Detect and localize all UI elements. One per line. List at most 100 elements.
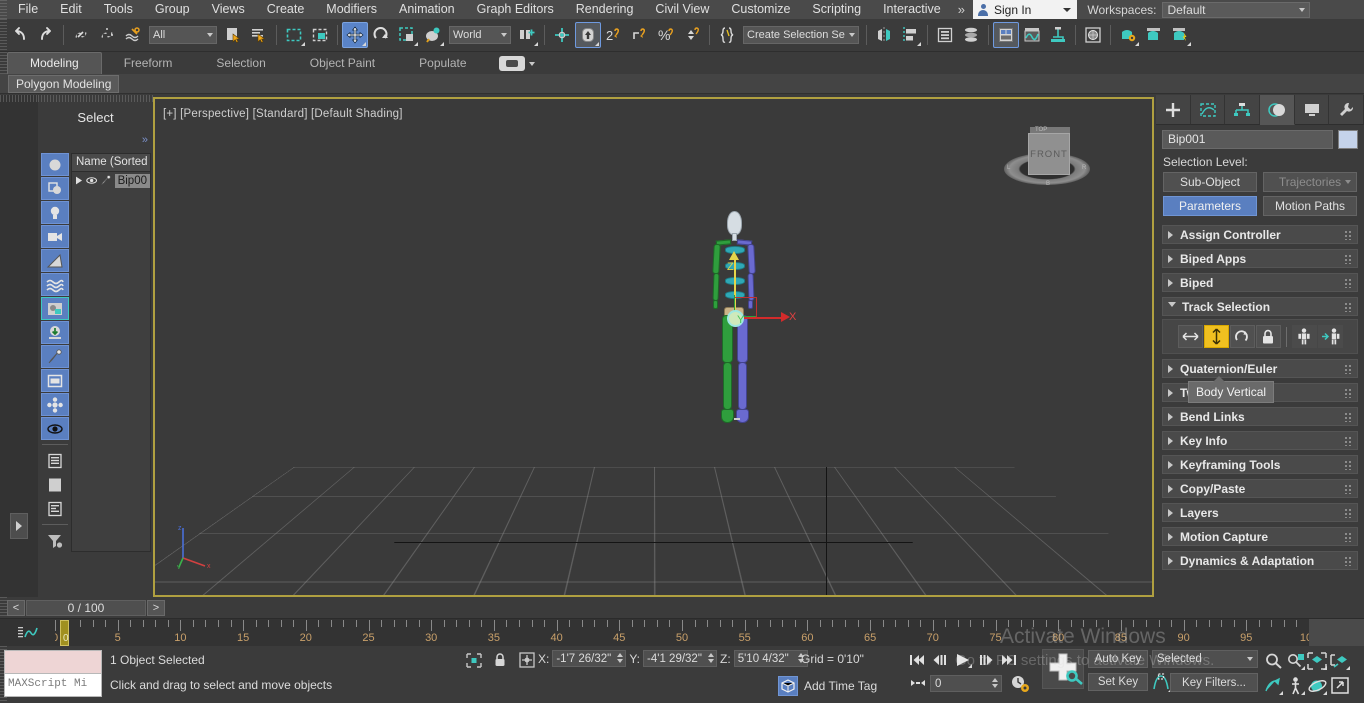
rollout-quaternion-euler[interactable]: Quaternion/Euler — [1162, 359, 1358, 378]
set-key-button[interactable]: Set Key — [1088, 673, 1148, 691]
pan-view-button[interactable] — [1262, 675, 1284, 696]
rollout-drag-handle-icon[interactable] — [1344, 460, 1352, 470]
list-layout-button[interactable] — [41, 449, 69, 472]
render-production-button[interactable] — [1167, 22, 1193, 48]
use-center-flyout-button[interactable] — [514, 22, 540, 48]
filter-particles-button[interactable] — [41, 393, 69, 416]
menu-animation[interactable]: Animation — [388, 0, 466, 19]
percent-snap-toggle-button[interactable] — [627, 22, 653, 48]
menu-customize[interactable]: Customize — [720, 0, 801, 19]
scene-explorer-button[interactable] — [958, 22, 984, 48]
y-spinner[interactable] — [707, 653, 714, 666]
filter-cameras-button[interactable] — [41, 225, 69, 248]
opposite-tracks-button[interactable] — [1317, 325, 1343, 348]
selection-filter-select[interactable]: All — [149, 26, 217, 44]
select-and-scale-button[interactable] — [394, 22, 420, 48]
rollout-assign-controller[interactable]: Assign Controller — [1162, 225, 1358, 244]
reference-coordinate-system-select[interactable]: World — [449, 26, 511, 44]
menu-civil-view[interactable]: Civil View — [644, 0, 720, 19]
select-and-manipulate-button[interactable] — [549, 22, 575, 48]
walk-through-button[interactable] — [1284, 675, 1306, 696]
filter-geometry-button[interactable] — [41, 153, 69, 176]
ribbon-grip[interactable] — [0, 52, 7, 74]
z-coordinate-field[interactable]: 5'10 4/32" — [733, 650, 808, 667]
maxscript-input-pane[interactable]: MAXScript Mi — [5, 674, 101, 694]
rectangular-selection-region-button[interactable] — [281, 22, 307, 48]
select-and-move-button[interactable] — [342, 22, 368, 48]
select-and-rotate-button[interactable] — [368, 22, 394, 48]
menu-tools[interactable]: Tools — [93, 0, 144, 19]
unlink-selection-button[interactable] — [94, 22, 120, 48]
filter-helpers-button[interactable] — [41, 249, 69, 272]
filter-groups-button[interactable] — [41, 297, 69, 320]
sign-in-button[interactable]: Sign In — [972, 0, 1078, 19]
polygon-modeling-button[interactable]: Polygon Modeling — [8, 74, 120, 93]
menu-overflow-button[interactable]: » — [952, 2, 971, 17]
absolute-relative-transform-toggle-icon[interactable] — [519, 652, 535, 668]
zoom-extents-button[interactable] — [1306, 650, 1328, 671]
key-tangent-icon[interactable] — [1152, 673, 1172, 692]
rollout-drag-handle-icon[interactable] — [1344, 508, 1352, 518]
spinner-snap-arrows-button[interactable] — [679, 22, 705, 48]
rollout-track-selection[interactable]: Track Selection — [1162, 297, 1358, 316]
rollout-drag-handle-icon[interactable] — [1344, 556, 1352, 566]
x-spinner[interactable] — [616, 653, 623, 666]
frame-bar-grip[interactable] — [0, 597, 7, 618]
detail-layout-button[interactable] — [41, 497, 69, 520]
rollout-drag-handle-icon[interactable] — [1344, 278, 1352, 288]
create-tab[interactable] — [1156, 95, 1191, 125]
toolbar-grip[interactable] — [0, 18, 7, 52]
scene-explorer-expand-chevron[interactable]: » — [142, 134, 148, 146]
redo-button[interactable] — [33, 22, 59, 48]
isolate-selection-icon[interactable] — [466, 652, 482, 668]
auto-key-button[interactable]: Auto Key — [1088, 650, 1148, 668]
render-setup-button[interactable] — [1115, 22, 1141, 48]
viewcube[interactable]: FRONT TOP L R B — [1004, 127, 1090, 189]
display-hidden-button[interactable] — [41, 417, 69, 440]
body-rotation-button[interactable] — [1229, 325, 1255, 348]
menu-graph-editors[interactable]: Graph Editors — [466, 0, 565, 19]
rollout-biped[interactable]: Biped — [1162, 273, 1358, 292]
menu-group[interactable]: Group — [144, 0, 201, 19]
ribbon-tab-freeform[interactable]: Freeform — [102, 53, 195, 74]
workspace-select[interactable]: Default — [1162, 1, 1311, 18]
previous-frame-button[interactable]: < — [7, 599, 25, 616]
body-vertical-button[interactable] — [1203, 325, 1229, 348]
go-to-end-button[interactable] — [998, 650, 1019, 669]
filter-xrefs-button[interactable] — [41, 321, 69, 344]
rollout-biped-apps[interactable]: Biped Apps — [1162, 249, 1358, 268]
ribbon-tab-object-paint[interactable]: Object Paint — [288, 53, 397, 74]
x-coordinate-field[interactable]: -1'7 26/32" — [552, 650, 627, 667]
time-ruler[interactable]: 0 5 10 15 20 25 30 35 40 45 50 55 60 65 70 75 80 85 90 95 10… — [55, 619, 1309, 647]
zoom-region-button[interactable] — [1329, 650, 1351, 671]
blank-layout-button[interactable] — [41, 473, 69, 496]
current-frame-spinner[interactable] — [991, 678, 998, 691]
rollout-drag-handle-icon[interactable] — [1344, 364, 1352, 374]
scene-explorer-column-header[interactable]: Name (Sorted A — [72, 154, 150, 172]
menu-create[interactable]: Create — [256, 0, 316, 19]
menu-interactive[interactable]: Interactive — [872, 0, 952, 19]
material-editor-button[interactable] — [1080, 22, 1106, 48]
left-dock-grip[interactable] — [0, 95, 38, 102]
menu-edit[interactable]: Edit — [49, 0, 93, 19]
play-animation-button[interactable] — [952, 650, 973, 669]
undo-button[interactable] — [7, 22, 33, 48]
motion-paths-button[interactable]: Motion Paths — [1263, 196, 1357, 216]
frame-readout[interactable]: 0 / 100 — [26, 599, 146, 616]
body-horizontal-button[interactable] — [1177, 325, 1203, 348]
layer-explorer-button[interactable] — [932, 22, 958, 48]
utilities-tab[interactable] — [1329, 95, 1364, 125]
time-tag-icon[interactable] — [778, 676, 798, 696]
track-bar[interactable]: 0 5 10 15 20 25 30 35 40 45 50 55 60 65 70 75 80 85 90 95 10… — [0, 618, 1364, 647]
spinner-snap-toggle-button[interactable]: % — [653, 22, 679, 48]
previous-key-button[interactable] — [929, 650, 950, 669]
rollout-key-info[interactable]: Key Info — [1162, 431, 1358, 450]
rollout-keyframing-tools[interactable]: Keyframing Tools — [1162, 455, 1358, 474]
menu-bar-grip[interactable] — [0, 0, 7, 19]
open-mini-curve-editor-button[interactable] — [18, 625, 42, 641]
rollout-dynamics-adaptation[interactable]: Dynamics & Adaptation — [1162, 551, 1358, 570]
rollout-drag-handle-icon[interactable] — [1344, 412, 1352, 422]
ribbon-tab-selection[interactable]: Selection — [194, 53, 287, 74]
add-time-tag-group[interactable]: Add Time Tag — [778, 676, 877, 696]
biped-character[interactable]: X Y Z — [703, 211, 803, 451]
